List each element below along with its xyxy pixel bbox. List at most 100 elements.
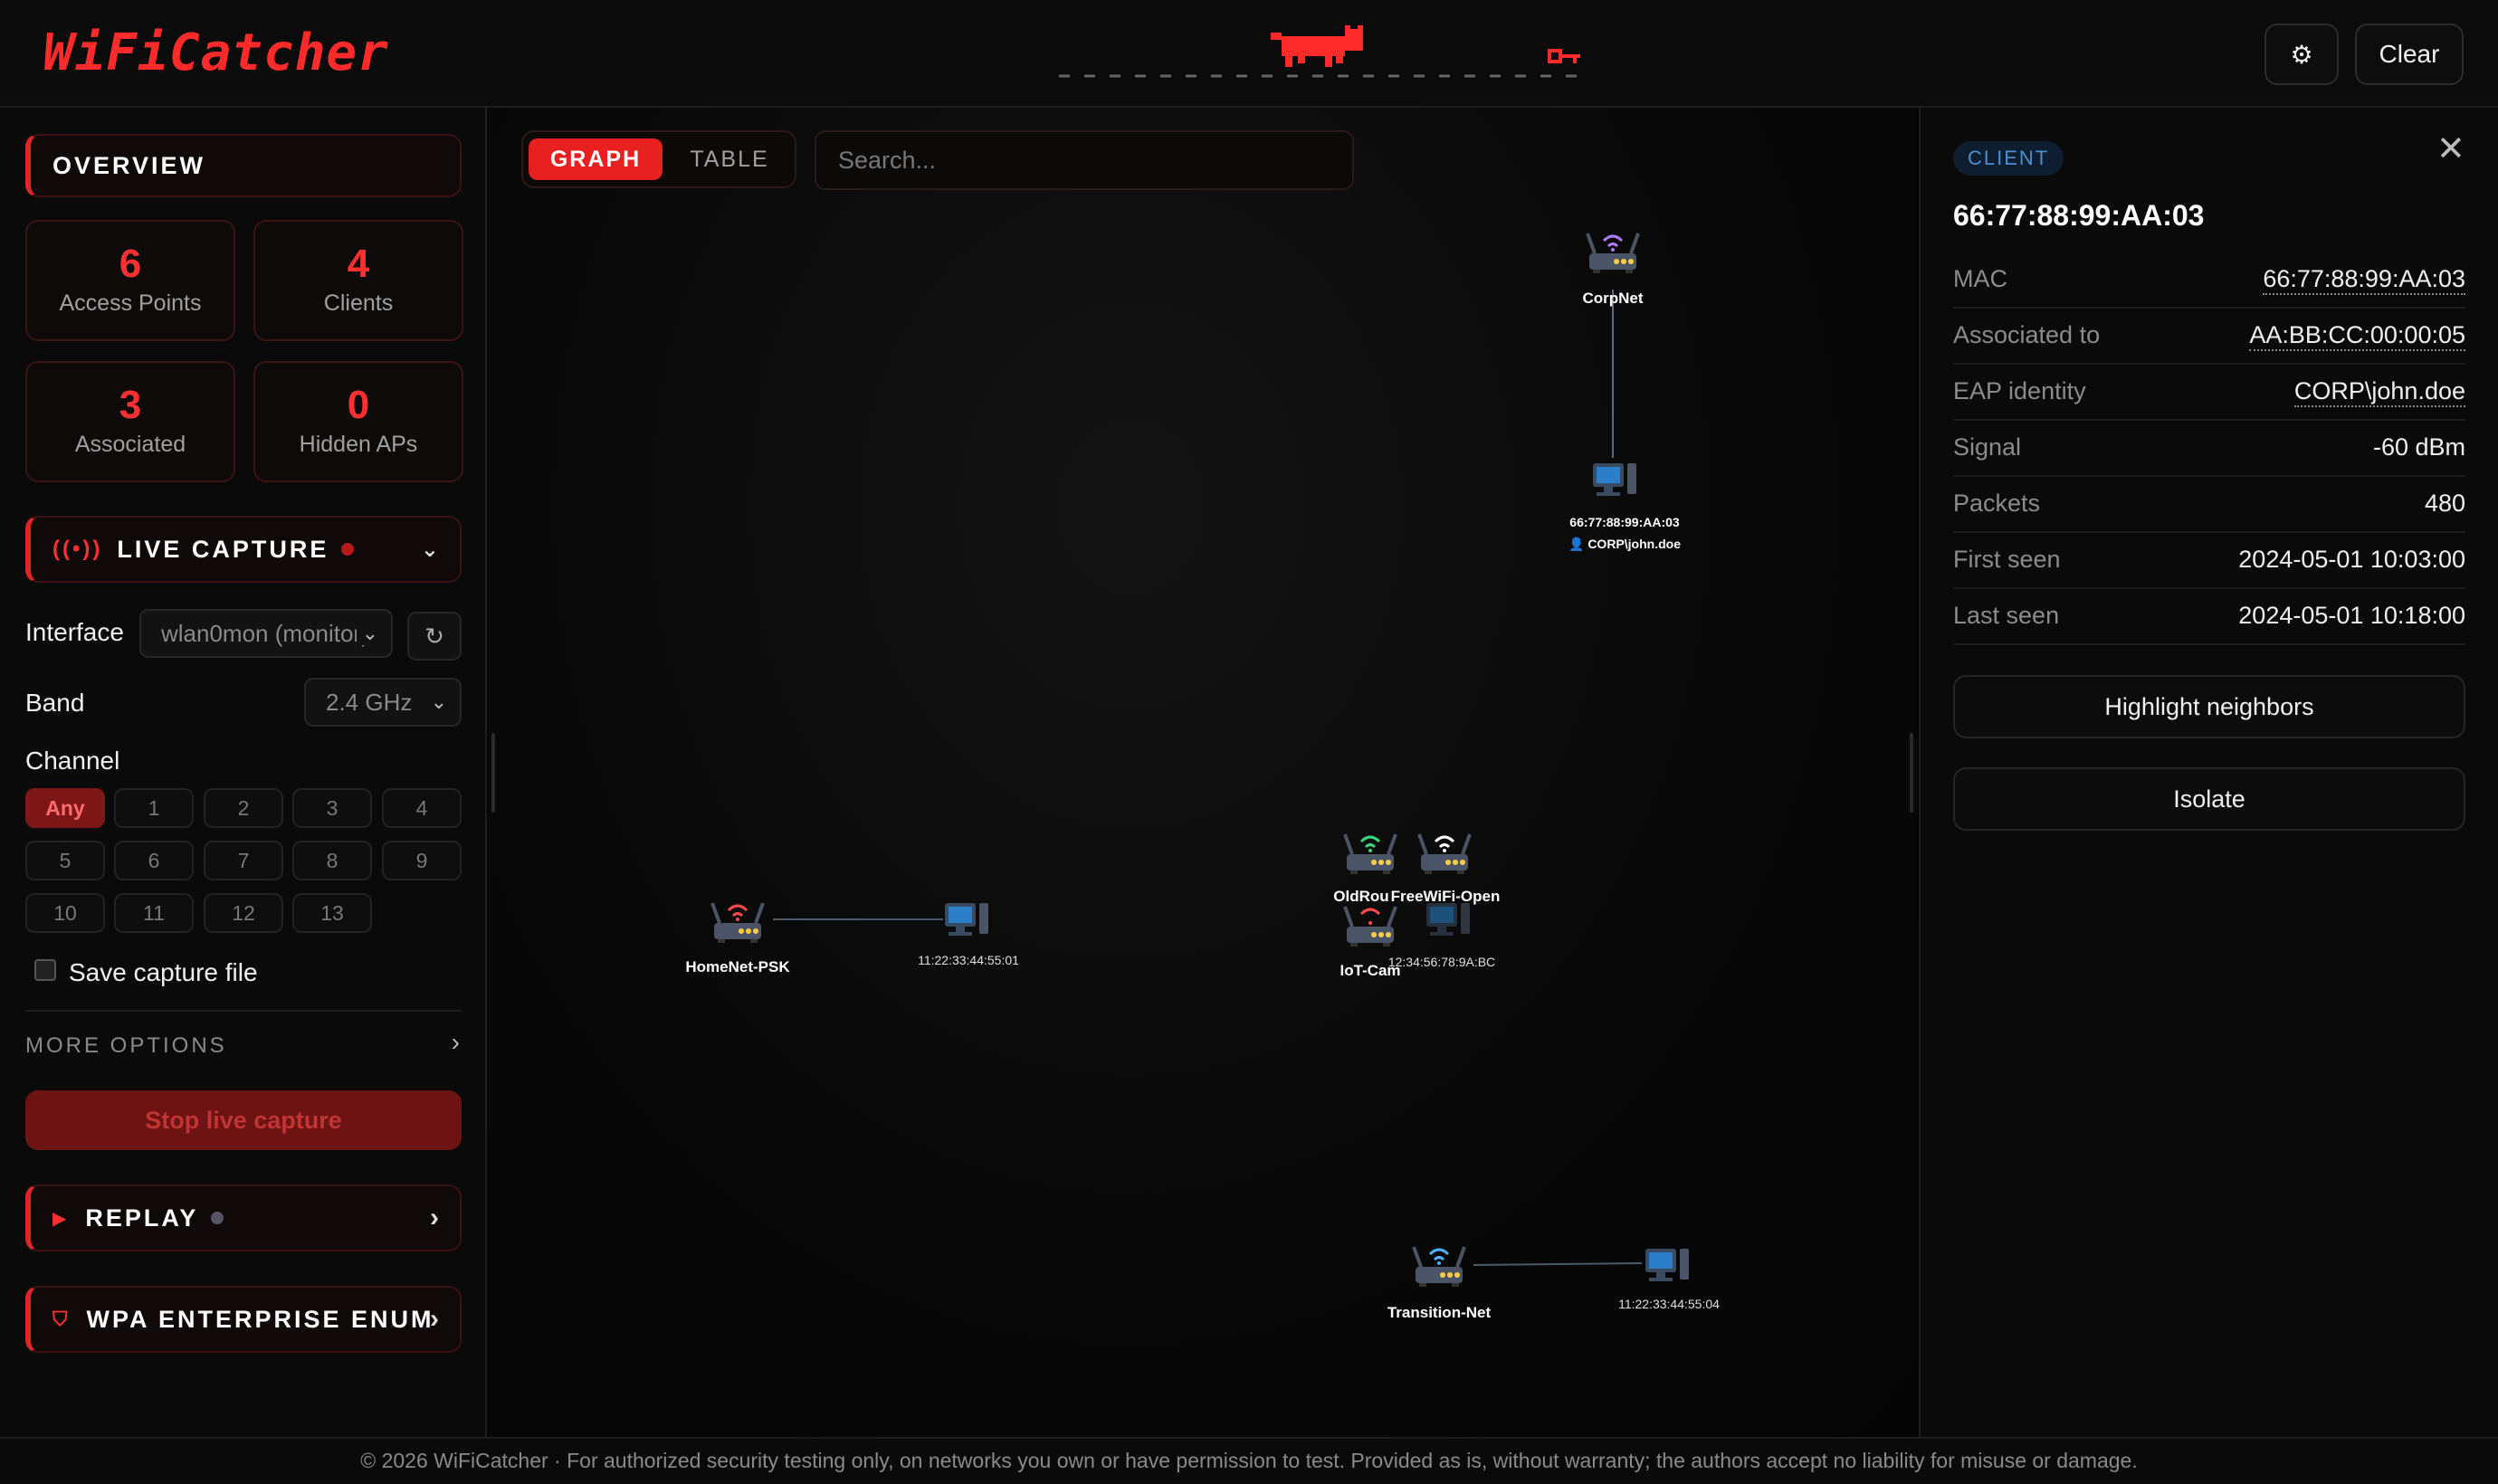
detail-row-packets: Packets 480 (1953, 477, 2465, 533)
channel-8[interactable]: 8 (292, 841, 372, 880)
stat-value: 0 (347, 383, 370, 427)
interface-select[interactable]: wlan0mon (monitor) ⌄ (139, 609, 393, 658)
detail-key: MAC (1953, 265, 2007, 292)
graph-node-client[interactable] (1645, 1249, 1689, 1281)
channel-2[interactable]: 2 (204, 788, 283, 828)
graph-node-ap[interactable] (710, 901, 765, 945)
detail-row-signal: Signal -60 dBm (1953, 421, 2465, 477)
chevron-down-icon: ⌄ (356, 622, 378, 645)
graph-node-label: Transition-Net (1387, 1304, 1492, 1321)
clear-button[interactable]: Clear (2355, 24, 2464, 85)
detail-value: 2024-05-01 10:18:00 (2238, 602, 2465, 629)
status-dot-icon (211, 1212, 224, 1224)
detail-value-link[interactable]: AA:BB:CC:00:00:05 (2249, 321, 2465, 351)
stat-label: Access Points (59, 290, 202, 316)
graph-node-client[interactable] (1593, 463, 1636, 496)
interface-value: wlan0mon (monitor) (161, 619, 369, 647)
channel-7[interactable]: 7 (204, 841, 283, 880)
detail-key: Last seen (1953, 602, 2060, 629)
graph-node-ap[interactable] (1343, 832, 1397, 876)
stat-label: Clients (323, 290, 394, 316)
graph-node-label: CorpNet (1582, 290, 1643, 307)
detail-value-link[interactable]: CORP\john.doe (2293, 377, 2465, 407)
graph-node-client[interactable] (945, 903, 988, 936)
graph-node-label: 11:22:33:44:55:04 (1618, 1297, 1720, 1311)
detail-key: Signal (1953, 433, 2022, 461)
detail-key: Packets (1953, 490, 2041, 517)
network-graph[interactable]: CorpNet 66:77:88:99:AA:03 👤 CORP\john.do… (489, 108, 1917, 1437)
app-header: WiFiCatcher ⚙ Clear (0, 0, 2498, 108)
stat-clients: 4 Clients (253, 220, 463, 341)
band-select[interactable]: 2.4 GHz ⌄ (304, 678, 462, 727)
stat-value: 6 (119, 242, 142, 286)
detail-value: -60 dBm (2372, 433, 2465, 461)
stat-access-points: 6 Access Points (25, 220, 235, 341)
detail-value: 480 (2424, 490, 2465, 517)
broadcast-icon: ((•)) (52, 537, 103, 561)
channel-6[interactable]: 6 (114, 841, 194, 880)
graph-node-ap[interactable] (1417, 832, 1472, 876)
graph-node-sublabel: 👤 CORP\john.doe (1568, 537, 1681, 552)
channel-11[interactable]: 11 (114, 893, 194, 933)
graph-node-label: 12:34:56:78:9A:BC (1388, 955, 1495, 969)
detail-row-eap-identity: EAP identity CORP\john.doe (1953, 365, 2465, 421)
more-options-toggle[interactable]: MORE OPTIONS › (25, 1028, 462, 1068)
save-capture-checkbox[interactable] (34, 959, 56, 981)
replay-title: REPLAY (85, 1203, 199, 1232)
live-capture-header[interactable]: ((•)) LIVE CAPTURE ⌄ (25, 516, 462, 583)
channel-10[interactable]: 10 (25, 893, 105, 933)
stop-live-capture-button[interactable]: Stop live capture (25, 1090, 462, 1150)
channel-1[interactable]: 1 (114, 788, 194, 828)
detail-row-associated: Associated to AA:BB:CC:00:00:05 (1953, 309, 2465, 365)
chevron-down-icon: ⌄ (430, 690, 447, 713)
status-dot-icon (341, 543, 355, 556)
detail-value: 2024-05-01 10:03:00 (2238, 546, 2465, 573)
detail-key: First seen (1953, 546, 2061, 573)
graph-node-label: FreeWiFi-Open (1391, 888, 1501, 905)
stat-label: Associated (74, 432, 186, 457)
graph-node-label: 11:22:33:44:55:01 (918, 953, 1019, 967)
node-type-badge: CLIENT (1953, 141, 2064, 176)
detail-row-last-seen: Last seen 2024-05-01 10:18:00 (1953, 589, 2465, 645)
refresh-interfaces-button[interactable]: ↻ (407, 612, 462, 661)
settings-button[interactable]: ⚙ (2264, 24, 2339, 85)
app-logo: WiFiCatcher (43, 24, 389, 82)
stat-label: Hidden APs (299, 432, 418, 457)
highlight-neighbors-button[interactable]: Highlight neighbors (1953, 675, 2465, 738)
band-value: 2.4 GHz (326, 688, 413, 716)
channel-any[interactable]: Any (25, 788, 105, 828)
channel-13[interactable]: 13 (292, 893, 372, 933)
channel-12[interactable]: 12 (204, 893, 283, 933)
wpa-enum-title: WPA ENTERPRISE ENUM (86, 1305, 434, 1333)
graph-node-ap[interactable] (1343, 905, 1397, 948)
overview-title: OVERVIEW (52, 151, 206, 179)
isolate-button[interactable]: Isolate (1953, 767, 2465, 831)
chevron-right-icon: › (430, 1304, 442, 1334)
graph-node-ap[interactable] (1412, 1245, 1466, 1289)
channel-5[interactable]: 5 (25, 841, 105, 880)
chevron-right-icon: › (430, 1203, 442, 1232)
detail-row-mac: MAC 66:77:88:99:AA:03 (1953, 252, 2465, 309)
close-icon[interactable]: ✕ (2436, 128, 2465, 169)
live-capture-title: LIVE CAPTURE (117, 535, 329, 563)
graph-node-label: 66:77:88:99:AA:03 (1569, 515, 1680, 529)
stat-associated: 3 Associated (25, 361, 235, 482)
interface-label: Interface (25, 618, 124, 646)
replay-header[interactable]: ▶ REPLAY › (25, 1184, 462, 1251)
channel-3[interactable]: 3 (292, 788, 372, 828)
refresh-icon: ↻ (424, 622, 444, 650)
wpa-enterprise-enum-header[interactable]: ⛉ WPA ENTERPRISE ENUM › (25, 1286, 462, 1353)
detail-value-link[interactable]: 66:77:88:99:AA:03 (2263, 265, 2465, 295)
footer-disclaimer: © 2026 WiFiCatcher · For authorized secu… (0, 1437, 2498, 1484)
graph-node-ap[interactable] (1586, 232, 1640, 275)
channel-4[interactable]: 4 (382, 788, 462, 828)
shield-icon: ⛉ (52, 1308, 71, 1330)
divider (25, 1010, 462, 1012)
channel-9[interactable]: 9 (382, 841, 462, 880)
chevron-down-icon: ⌄ (420, 537, 442, 562)
graph-node-label: HomeNet-PSK (685, 958, 790, 975)
band-label: Band (25, 689, 85, 717)
save-capture-label[interactable]: Save capture file (69, 958, 258, 987)
graph-node-client[interactable] (1426, 903, 1470, 936)
detail-key: Associated to (1953, 321, 2101, 348)
